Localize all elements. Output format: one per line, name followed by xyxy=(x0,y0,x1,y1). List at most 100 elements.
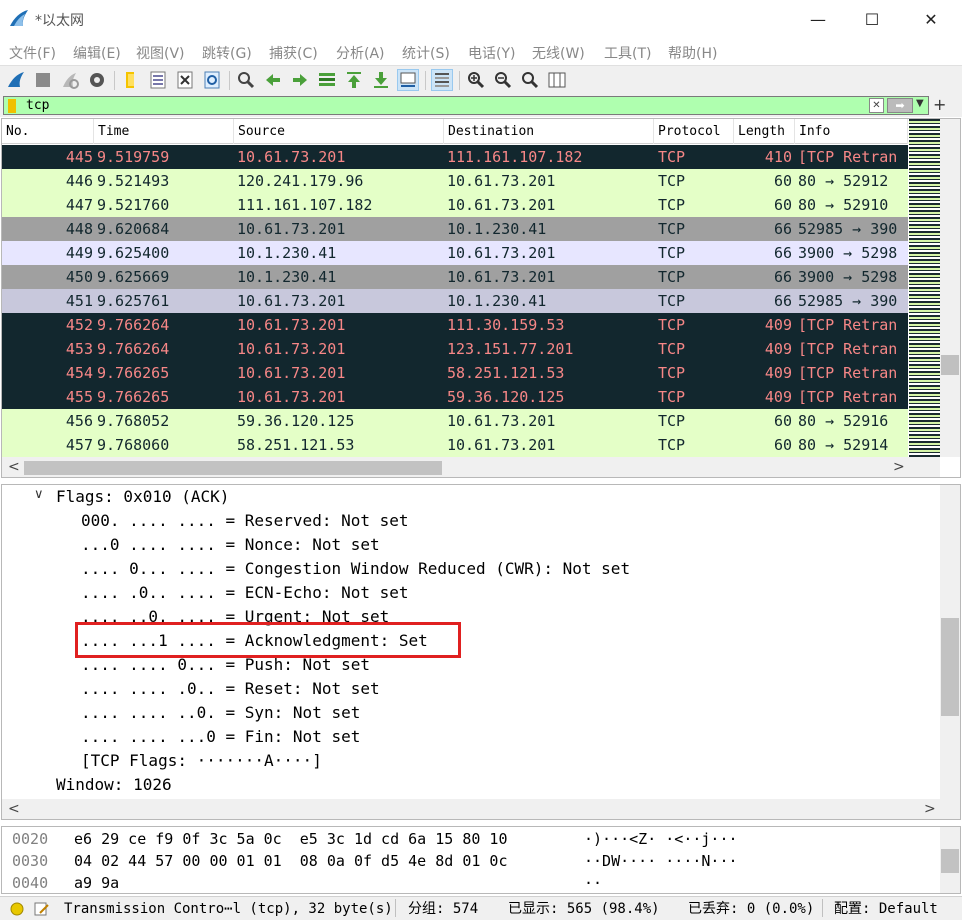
hex-offset[interactable]: 0020 xyxy=(12,828,48,850)
apply-filter-button[interactable]: ➡ xyxy=(887,98,913,113)
scroll-right-arrow[interactable]: > xyxy=(893,457,905,477)
menu-go[interactable]: 跳转(G) xyxy=(202,43,252,63)
filter-text[interactable]: tcp xyxy=(26,98,49,113)
tree-field[interactable]: .... .0.. .... = ECN-Echo: Not set xyxy=(81,581,409,605)
hex-ascii[interactable]: ·· xyxy=(584,872,602,893)
bookmark-icon[interactable] xyxy=(8,99,16,113)
add-filter-button[interactable]: + xyxy=(933,95,946,114)
minimize-button[interactable]: — xyxy=(791,0,845,38)
cell-no: 445 xyxy=(65,148,93,166)
zoom-in-icon[interactable] xyxy=(465,69,487,91)
cell-info: [TCP Retran xyxy=(798,148,898,166)
tree-field[interactable]: ...0 .... .... = Nonce: Not set xyxy=(81,533,380,557)
column-header-source[interactable]: Source xyxy=(234,119,444,144)
packet-row[interactable]: 447 9.521760 111.161.107.182 10.61.73.201 TC… xyxy=(2,193,908,217)
scroll-right-arrow[interactable]: > xyxy=(924,799,936,819)
scroll-left-arrow[interactable]: < xyxy=(8,799,20,819)
packet-row[interactable]: 445 9.519759 10.61.73.201 111.161.107.182 TC… xyxy=(2,145,908,169)
scroll-left-arrow[interactable]: < xyxy=(8,457,20,477)
hex-bytes[interactable]: a9 9a xyxy=(74,872,119,893)
packet-row[interactable]: 446 9.521493 120.241.179.96 10.61.73.201 TCP… xyxy=(2,169,908,193)
open-file-icon[interactable] xyxy=(120,69,142,91)
hex-bytes[interactable]: 04 02 44 57 00 00 01 01 08 0a 0f d5 4e 8… xyxy=(74,850,507,872)
menu-view[interactable]: 视图(V) xyxy=(136,43,185,63)
hex-offset[interactable]: 0030 xyxy=(12,850,48,872)
packet-list-hscroll-thumb[interactable] xyxy=(24,461,442,475)
packet-row[interactable]: 452 9.766264 10.61.73.201 111.30.159.53 TCP 4… xyxy=(2,313,908,337)
capture-comment-icon[interactable] xyxy=(34,901,50,917)
capture-options-icon[interactable] xyxy=(86,69,108,91)
find-packet-icon[interactable] xyxy=(235,69,257,91)
tree-node-flags[interactable]: Flags: 0x010 (ACK) xyxy=(56,485,229,509)
display-filter-input[interactable]: tcp ✕ ➡ ▼ xyxy=(3,96,929,115)
column-header-length[interactable]: Length xyxy=(734,119,795,144)
maximize-button[interactable]: ☐ xyxy=(845,0,899,38)
packet-row[interactable]: 449 9.625400 10.1.230.41 10.61.73.201 TCP 66 3… xyxy=(2,241,908,265)
shark-fin-start-icon[interactable] xyxy=(5,69,27,91)
column-header-info[interactable]: Info xyxy=(795,119,908,144)
menu-statistics[interactable]: 统计(S) xyxy=(402,43,450,63)
menu-telephony[interactable]: 电话(Y) xyxy=(468,43,515,63)
bytes-scroll-thumb[interactable] xyxy=(941,849,959,873)
go-first-icon[interactable] xyxy=(343,69,365,91)
packet-list-vertical-scrollbar[interactable] xyxy=(940,119,960,457)
go-forward-icon[interactable] xyxy=(289,69,311,91)
tree-field[interactable]: [TCP Flags: ·······A····] xyxy=(81,749,322,773)
column-header-destination[interactable]: Destination xyxy=(444,119,654,144)
colorize-icon[interactable] xyxy=(431,69,453,91)
cell-protocol: TCP xyxy=(658,172,686,190)
restart-capture-icon[interactable] xyxy=(59,69,81,91)
packet-row[interactable]: 457 9.768060 58.251.121.53 10.61.73.201 TCP 6… xyxy=(2,433,908,457)
packet-row[interactable]: 448 9.620684 10.61.73.201 10.1.230.41 TCP 66 5… xyxy=(2,217,908,241)
packet-minimap[interactable] xyxy=(909,119,940,457)
hex-ascii[interactable]: ··DW···· ····N··· xyxy=(584,850,738,872)
cell-source: 58.251.121.53 xyxy=(237,436,355,454)
column-header-protocol[interactable]: Protocol xyxy=(654,119,734,144)
zoom-out-icon[interactable] xyxy=(492,69,514,91)
menu-help[interactable]: 帮助(H) xyxy=(668,43,717,63)
column-header-time[interactable]: Time xyxy=(94,119,234,144)
packet-row[interactable]: 450 9.625669 10.1.230.41 10.61.73.201 TCP 66 3… xyxy=(2,265,908,289)
collapse-arrow-icon[interactable]: ∨ xyxy=(34,487,44,502)
menu-capture[interactable]: 捕获(C) xyxy=(269,43,318,63)
menu-wireless[interactable]: 无线(W) xyxy=(532,43,585,63)
menu-tools[interactable]: 工具(T) xyxy=(604,43,651,63)
menu-analyze[interactable]: 分析(A) xyxy=(336,43,385,63)
tree-field[interactable]: .... .... ...0 = Fin: Not set xyxy=(81,725,360,749)
stop-capture-icon[interactable] xyxy=(32,69,54,91)
hex-offset[interactable]: 0040 xyxy=(12,872,48,893)
close-button[interactable]: ✕ xyxy=(904,0,958,38)
packet-row[interactable]: 453 9.766264 10.61.73.201 123.151.77.201 TCP… xyxy=(2,337,908,361)
tree-field[interactable]: .... .... .0.. = Reset: Not set xyxy=(81,677,380,701)
status-profile[interactable]: 配置: Default xyxy=(834,898,938,920)
go-back-icon[interactable] xyxy=(262,69,284,91)
column-header-no[interactable]: No. xyxy=(2,119,94,144)
menu-edit[interactable]: 编辑(E) xyxy=(73,43,121,63)
tree-field[interactable]: .... .... ..0. = Syn: Not set xyxy=(81,701,360,725)
clear-filter-button[interactable]: ✕ xyxy=(869,98,884,113)
tree-field[interactable]: 000. .... .... = Reserved: Not set xyxy=(81,509,409,533)
cell-protocol: TCP xyxy=(658,196,686,214)
packet-row[interactable]: 455 9.766265 10.61.73.201 59.36.120.125 TCP 4… xyxy=(2,385,908,409)
tree-field[interactable]: .... 0... .... = Congestion Window Reduc… xyxy=(81,557,630,581)
close-file-icon[interactable] xyxy=(174,69,196,91)
expert-info-icon[interactable] xyxy=(10,902,24,916)
filter-history-dropdown[interactable]: ▼ xyxy=(916,98,924,109)
zoom-normal-icon[interactable] xyxy=(519,69,541,91)
packet-row[interactable]: 451 9.625761 10.61.73.201 10.1.230.41 TCP 66 5… xyxy=(2,289,908,313)
go-last-icon[interactable] xyxy=(370,69,392,91)
save-file-icon[interactable] xyxy=(147,69,169,91)
details-scroll-thumb[interactable] xyxy=(941,618,959,716)
resize-columns-icon[interactable] xyxy=(546,69,568,91)
packet-row[interactable]: 456 9.768052 59.36.120.125 10.61.73.201 TCP 6… xyxy=(2,409,908,433)
autoscroll-icon[interactable] xyxy=(397,69,419,91)
packet-row[interactable]: 454 9.766265 10.61.73.201 58.251.121.53 TCP 4… xyxy=(2,361,908,385)
hex-bytes[interactable]: e6 29 ce f9 0f 3c 5a 0c e5 3c 1d cd 6a 1… xyxy=(74,828,507,850)
hex-ascii[interactable]: ·)···<Z· ·<··j··· xyxy=(584,828,738,850)
tree-field[interactable]: Window: 1026 xyxy=(56,773,172,797)
menu-file[interactable]: 文件(F) xyxy=(9,43,56,63)
reload-file-icon[interactable] xyxy=(201,69,223,91)
details-horizontal-scrollbar[interactable]: < > xyxy=(2,799,960,819)
packet-list-scroll-thumb[interactable] xyxy=(941,355,959,375)
go-to-packet-icon[interactable] xyxy=(316,69,338,91)
